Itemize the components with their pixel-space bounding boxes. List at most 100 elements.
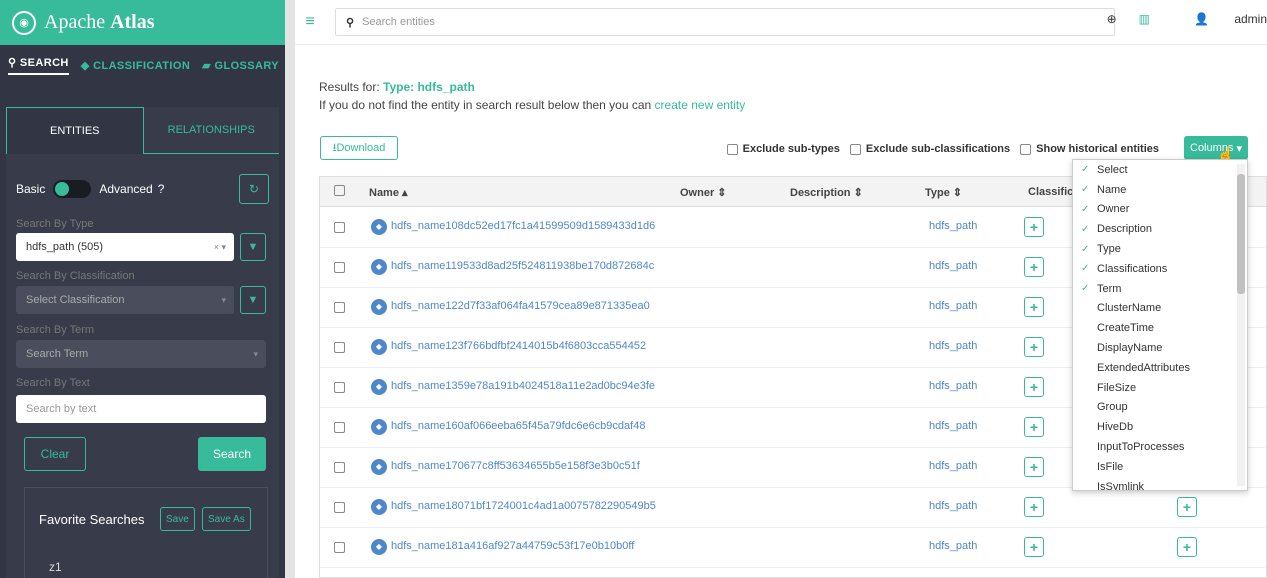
refresh-icon[interactable]: ↻ xyxy=(239,174,269,204)
dropdown-scrollbar[interactable] xyxy=(1237,164,1245,486)
tab-glossary[interactable]: ▰ GLOSSARY xyxy=(202,59,279,72)
row-checkbox[interactable] xyxy=(334,422,345,433)
show-historical-checkbox[interactable] xyxy=(1020,143,1032,155)
table-row: ◆ hdfs_name18071bf1724001c4ad1a0075782290… xyxy=(320,488,1266,528)
type-select[interactable]: hdfs_path (505) × ▾ xyxy=(16,233,234,261)
entity-type-link[interactable]: hdfs_path xyxy=(929,340,977,352)
row-checkbox[interactable] xyxy=(334,302,345,313)
add-term-button[interactable]: + xyxy=(1177,537,1197,557)
menu-icon[interactable]: ≡ xyxy=(295,13,325,31)
exclude-subclass-checkbox[interactable] xyxy=(849,143,861,155)
entity-type-link[interactable]: hdfs_path xyxy=(929,380,977,392)
brand[interactable]: ◉ Apache Atlas xyxy=(0,0,285,45)
entity-name-link[interactable]: hdfs_name108dc52ed17fc1a41599509d1589433… xyxy=(391,220,655,232)
entity-type-link[interactable]: hdfs_path xyxy=(929,300,977,312)
add-classification-button[interactable]: + xyxy=(1024,297,1044,317)
download-button[interactable]: ⭳ Download xyxy=(320,136,398,160)
column-option[interactable]: IsSymlink xyxy=(1073,477,1247,490)
select-all-checkbox[interactable] xyxy=(334,185,345,199)
mode-switch[interactable] xyxy=(53,180,92,198)
column-option[interactable]: InputToProcesses xyxy=(1073,437,1247,457)
add-classification-button[interactable]: + xyxy=(1024,217,1044,237)
entity-type-link[interactable]: hdfs_path xyxy=(929,500,977,512)
term-select[interactable]: Search Term ▾ xyxy=(16,340,266,368)
column-option[interactable]: FileSize xyxy=(1073,378,1247,398)
column-option[interactable]: ✓ Owner xyxy=(1073,200,1247,220)
entity-type-link[interactable]: hdfs_path xyxy=(929,540,977,552)
column-option[interactable]: Group xyxy=(1073,398,1247,418)
classification-select[interactable]: Select Classification ▾ xyxy=(16,286,234,314)
column-option[interactable]: DisplayName xyxy=(1073,338,1247,358)
save-button[interactable]: Save xyxy=(160,507,195,531)
column-option[interactable]: ✓ Description xyxy=(1073,219,1247,239)
entity-type-link[interactable]: hdfs_path xyxy=(929,460,977,472)
header-type[interactable]: Type ⇕ xyxy=(925,186,962,199)
row-checkbox[interactable] xyxy=(334,262,345,273)
add-classification-button[interactable]: + xyxy=(1024,537,1044,557)
help-icon[interactable]: ? xyxy=(158,182,165,196)
favorite-item[interactable]: z1 xyxy=(49,560,62,574)
row-checkbox[interactable] xyxy=(334,462,345,473)
panel-splitter[interactable] xyxy=(285,0,295,578)
row-checkbox[interactable] xyxy=(334,342,345,353)
row-checkbox[interactable] xyxy=(334,542,345,553)
search-button[interactable]: Search xyxy=(198,437,266,471)
tab-entities[interactable]: ENTITIES xyxy=(6,107,144,154)
classification-filter-button[interactable]: ▼ xyxy=(240,286,266,314)
table-row: ◆ hdfs_name181a416af927a44759c53f17e0b10b… xyxy=(320,528,1266,568)
switch-knob xyxy=(55,182,70,196)
tab-search[interactable]: ⚲ SEARCH xyxy=(8,56,69,75)
download-circle-icon[interactable]: ⊕ xyxy=(1107,12,1117,26)
column-option[interactable]: ✓ Term xyxy=(1073,279,1247,299)
header-description[interactable]: Description ⇕ xyxy=(790,186,863,199)
column-option[interactable]: ExtendedAttributes xyxy=(1073,358,1247,378)
add-classification-button[interactable]: + xyxy=(1024,417,1044,437)
create-entity-link[interactable]: create new entity xyxy=(655,98,746,112)
column-option[interactable]: ✓ Name xyxy=(1073,180,1247,200)
header-owner[interactable]: Owner ⇕ xyxy=(680,186,727,199)
stats-icon[interactable]: ▥ xyxy=(1139,12,1150,26)
column-option[interactable]: ✓ Type xyxy=(1073,239,1247,259)
entity-type-link[interactable]: hdfs_path xyxy=(929,260,977,272)
add-term-button[interactable]: + xyxy=(1177,497,1197,517)
row-checkbox[interactable] xyxy=(334,222,345,233)
column-option[interactable]: ClusterName xyxy=(1073,299,1247,319)
global-search-input[interactable]: ⚲ Search entities xyxy=(335,8,1115,36)
add-classification-button[interactable]: + xyxy=(1024,497,1044,517)
entity-name-link[interactable]: hdfs_name123f766bdfbf2414015b4f6803cca55… xyxy=(391,340,646,352)
text-search-input[interactable]: Search by text xyxy=(16,395,266,423)
add-classification-button[interactable]: + xyxy=(1024,337,1044,357)
add-classification-button[interactable]: + xyxy=(1024,257,1044,277)
entity-type-link[interactable]: hdfs_path xyxy=(929,220,977,232)
entity-name-link[interactable]: hdfs_name170677c8ff53634655b5e158f3e3b0c… xyxy=(391,460,640,472)
entity-name-link[interactable]: hdfs_name119533d8ad25f524811938be170d872… xyxy=(391,260,654,272)
save-as-button[interactable]: Save As xyxy=(202,507,251,531)
brand-prefix: Apache xyxy=(44,11,106,33)
column-option[interactable]: CreateTime xyxy=(1073,318,1247,338)
entity-name-link[interactable]: hdfs_name18071bf1724001c4ad1a00757822905… xyxy=(391,500,656,512)
row-checkbox[interactable] xyxy=(334,382,345,393)
clear-button[interactable]: Clear xyxy=(24,437,86,471)
column-option[interactable]: ✓ Select xyxy=(1073,160,1247,180)
row-checkbox[interactable] xyxy=(334,502,345,513)
entity-type-link[interactable]: hdfs_path xyxy=(929,420,977,432)
entity-name-link[interactable]: hdfs_name181a416af927a44759c53f17e0b10b0… xyxy=(391,540,634,552)
scrollbar-thumb[interactable] xyxy=(1237,174,1245,294)
entity-name-link[interactable]: hdfs_name1359e78a191b4024518a11e2ad0bc94… xyxy=(391,380,655,392)
header-classifications[interactable]: Classific xyxy=(1028,186,1073,198)
entity-name-link[interactable]: hdfs_name122d7f33af064fa41579cea89e87133… xyxy=(391,300,650,312)
add-classification-button[interactable]: + xyxy=(1024,457,1044,477)
entity-name-link[interactable]: hdfs_name160af066eeba65f45a79fdc6e6cb9cd… xyxy=(391,420,645,432)
column-option[interactable]: IsFile xyxy=(1073,457,1247,477)
add-classification-button[interactable]: + xyxy=(1024,377,1044,397)
header-name[interactable]: Name ▴ xyxy=(369,186,408,199)
user-menu[interactable]: 👤 admin xyxy=(1172,12,1267,26)
column-option[interactable]: ✓ Classifications xyxy=(1073,259,1247,279)
tab-relationships[interactable]: RELATIONSHIPS xyxy=(143,107,279,154)
column-option-label: Group xyxy=(1097,401,1128,414)
tab-classification[interactable]: ◆ CLASSIFICATION xyxy=(81,59,190,72)
columns-button[interactable]: Columns ▾ xyxy=(1184,136,1248,160)
type-filter-button[interactable]: ▼ xyxy=(240,233,266,261)
column-option[interactable]: HiveDb xyxy=(1073,417,1247,437)
exclude-subtypes-checkbox[interactable] xyxy=(726,143,738,155)
